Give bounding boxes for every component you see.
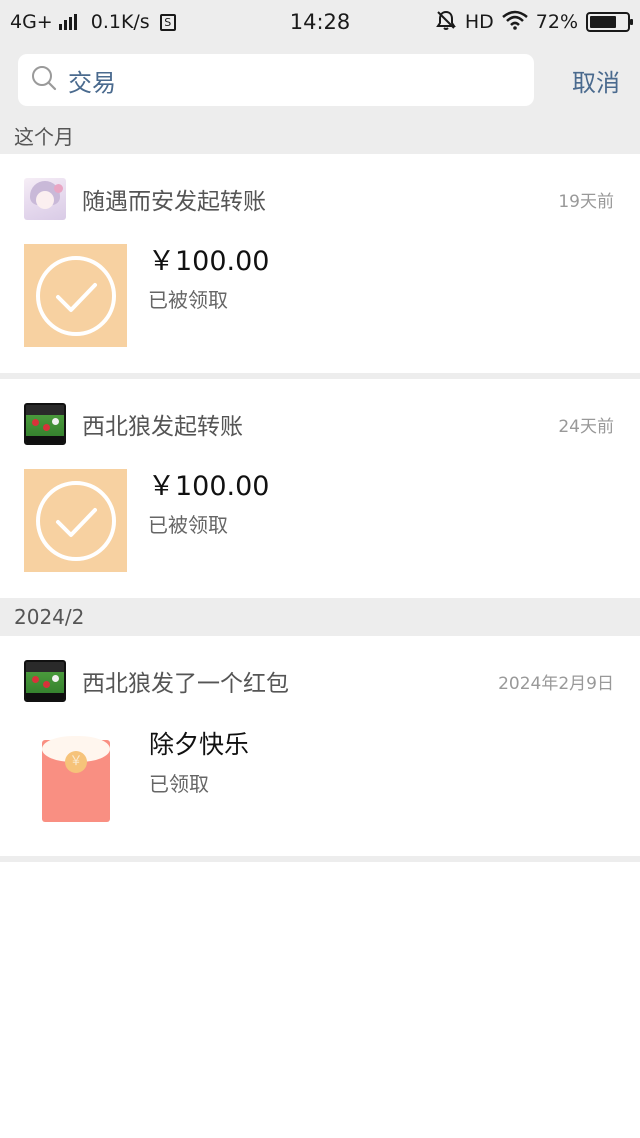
transfer-received-icon (24, 244, 127, 347)
transfer-amount: ￥100.00 (148, 471, 270, 502)
cancel-button[interactable]: 取消 (572, 63, 620, 98)
item-title: 西北狼发起转账 (82, 414, 243, 440)
network-type: 4G+ (10, 11, 53, 33)
amount-column: ￥100.00 已被领取 (148, 244, 269, 347)
card-body: ￥ 除夕快乐 已领取 (24, 726, 614, 856)
card-body: ￥100.00 已被领取 (24, 469, 614, 598)
battery-percent: 72% (535, 11, 578, 33)
card-header: 西北狼发起转账 24天前 (24, 379, 614, 469)
transfer-status: 已被领取 (148, 288, 228, 312)
transfer-amount: ￥100.00 (148, 246, 270, 277)
item-title: 随遇而安发起转账 (82, 189, 266, 215)
network-speed: 0.1K/s (90, 11, 150, 33)
bell-muted-icon (435, 9, 457, 36)
amount-column: ￥100.00 已被领取 (148, 469, 269, 572)
item-time: 19天前 (558, 191, 614, 212)
sim-icon: S (159, 13, 176, 31)
status-bar: 4G+ 0.1K/s S 14:28 HD 72% (0, 0, 640, 44)
avatar (24, 403, 66, 445)
section-header-this-month: 这个月 (0, 116, 640, 154)
wifi-icon (501, 10, 528, 35)
coin-icon: ￥ (65, 751, 87, 773)
avatar (24, 178, 66, 220)
item-title: 西北狼发了一个红包 (82, 671, 289, 697)
card-header: 随遇而安发起转账 19天前 (24, 154, 614, 244)
item-time: 2024年2月9日 (498, 673, 614, 694)
avatar (24, 660, 66, 702)
list-item[interactable]: 西北狼发了一个红包 2024年2月9日 ￥ 除夕快乐 已领取 (0, 636, 640, 856)
red-packet-status: 已领取 (149, 772, 209, 796)
card-header: 西北狼发了一个红包 2024年2月9日 (24, 636, 614, 726)
signal-icon (58, 14, 77, 30)
status-right: HD 72% (435, 9, 633, 36)
divider (0, 856, 640, 862)
card-body: ￥100.00 已被领取 (24, 244, 614, 373)
search-input[interactable] (68, 60, 468, 100)
search-box[interactable] (18, 54, 534, 106)
search-row: 取消 (0, 44, 640, 116)
battery-icon (586, 12, 633, 32)
message-column: 除夕快乐 已领取 (149, 726, 249, 830)
red-packet-message: 除夕快乐 (149, 730, 250, 759)
list-item[interactable]: 随遇而安发起转账 19天前 ￥100.00 已被领取 (0, 154, 640, 373)
top-area: 4G+ 0.1K/s S 14:28 HD 72% 交易 取消 (0, 0, 640, 116)
red-packet-icon: ￥ (24, 726, 128, 830)
hd-label: HD (464, 11, 494, 33)
battery-fill (590, 16, 616, 28)
list-item[interactable]: 西北狼发起转账 24天前 ￥100.00 已被领取 (0, 379, 640, 598)
transfer-received-icon (24, 469, 127, 572)
section-header-2024-2: 2024/2 (0, 598, 640, 636)
status-left: 4G+ 0.1K/s S (10, 11, 176, 33)
search-icon (30, 64, 58, 96)
item-time: 24天前 (558, 416, 614, 437)
transfer-status: 已被领取 (148, 513, 228, 537)
